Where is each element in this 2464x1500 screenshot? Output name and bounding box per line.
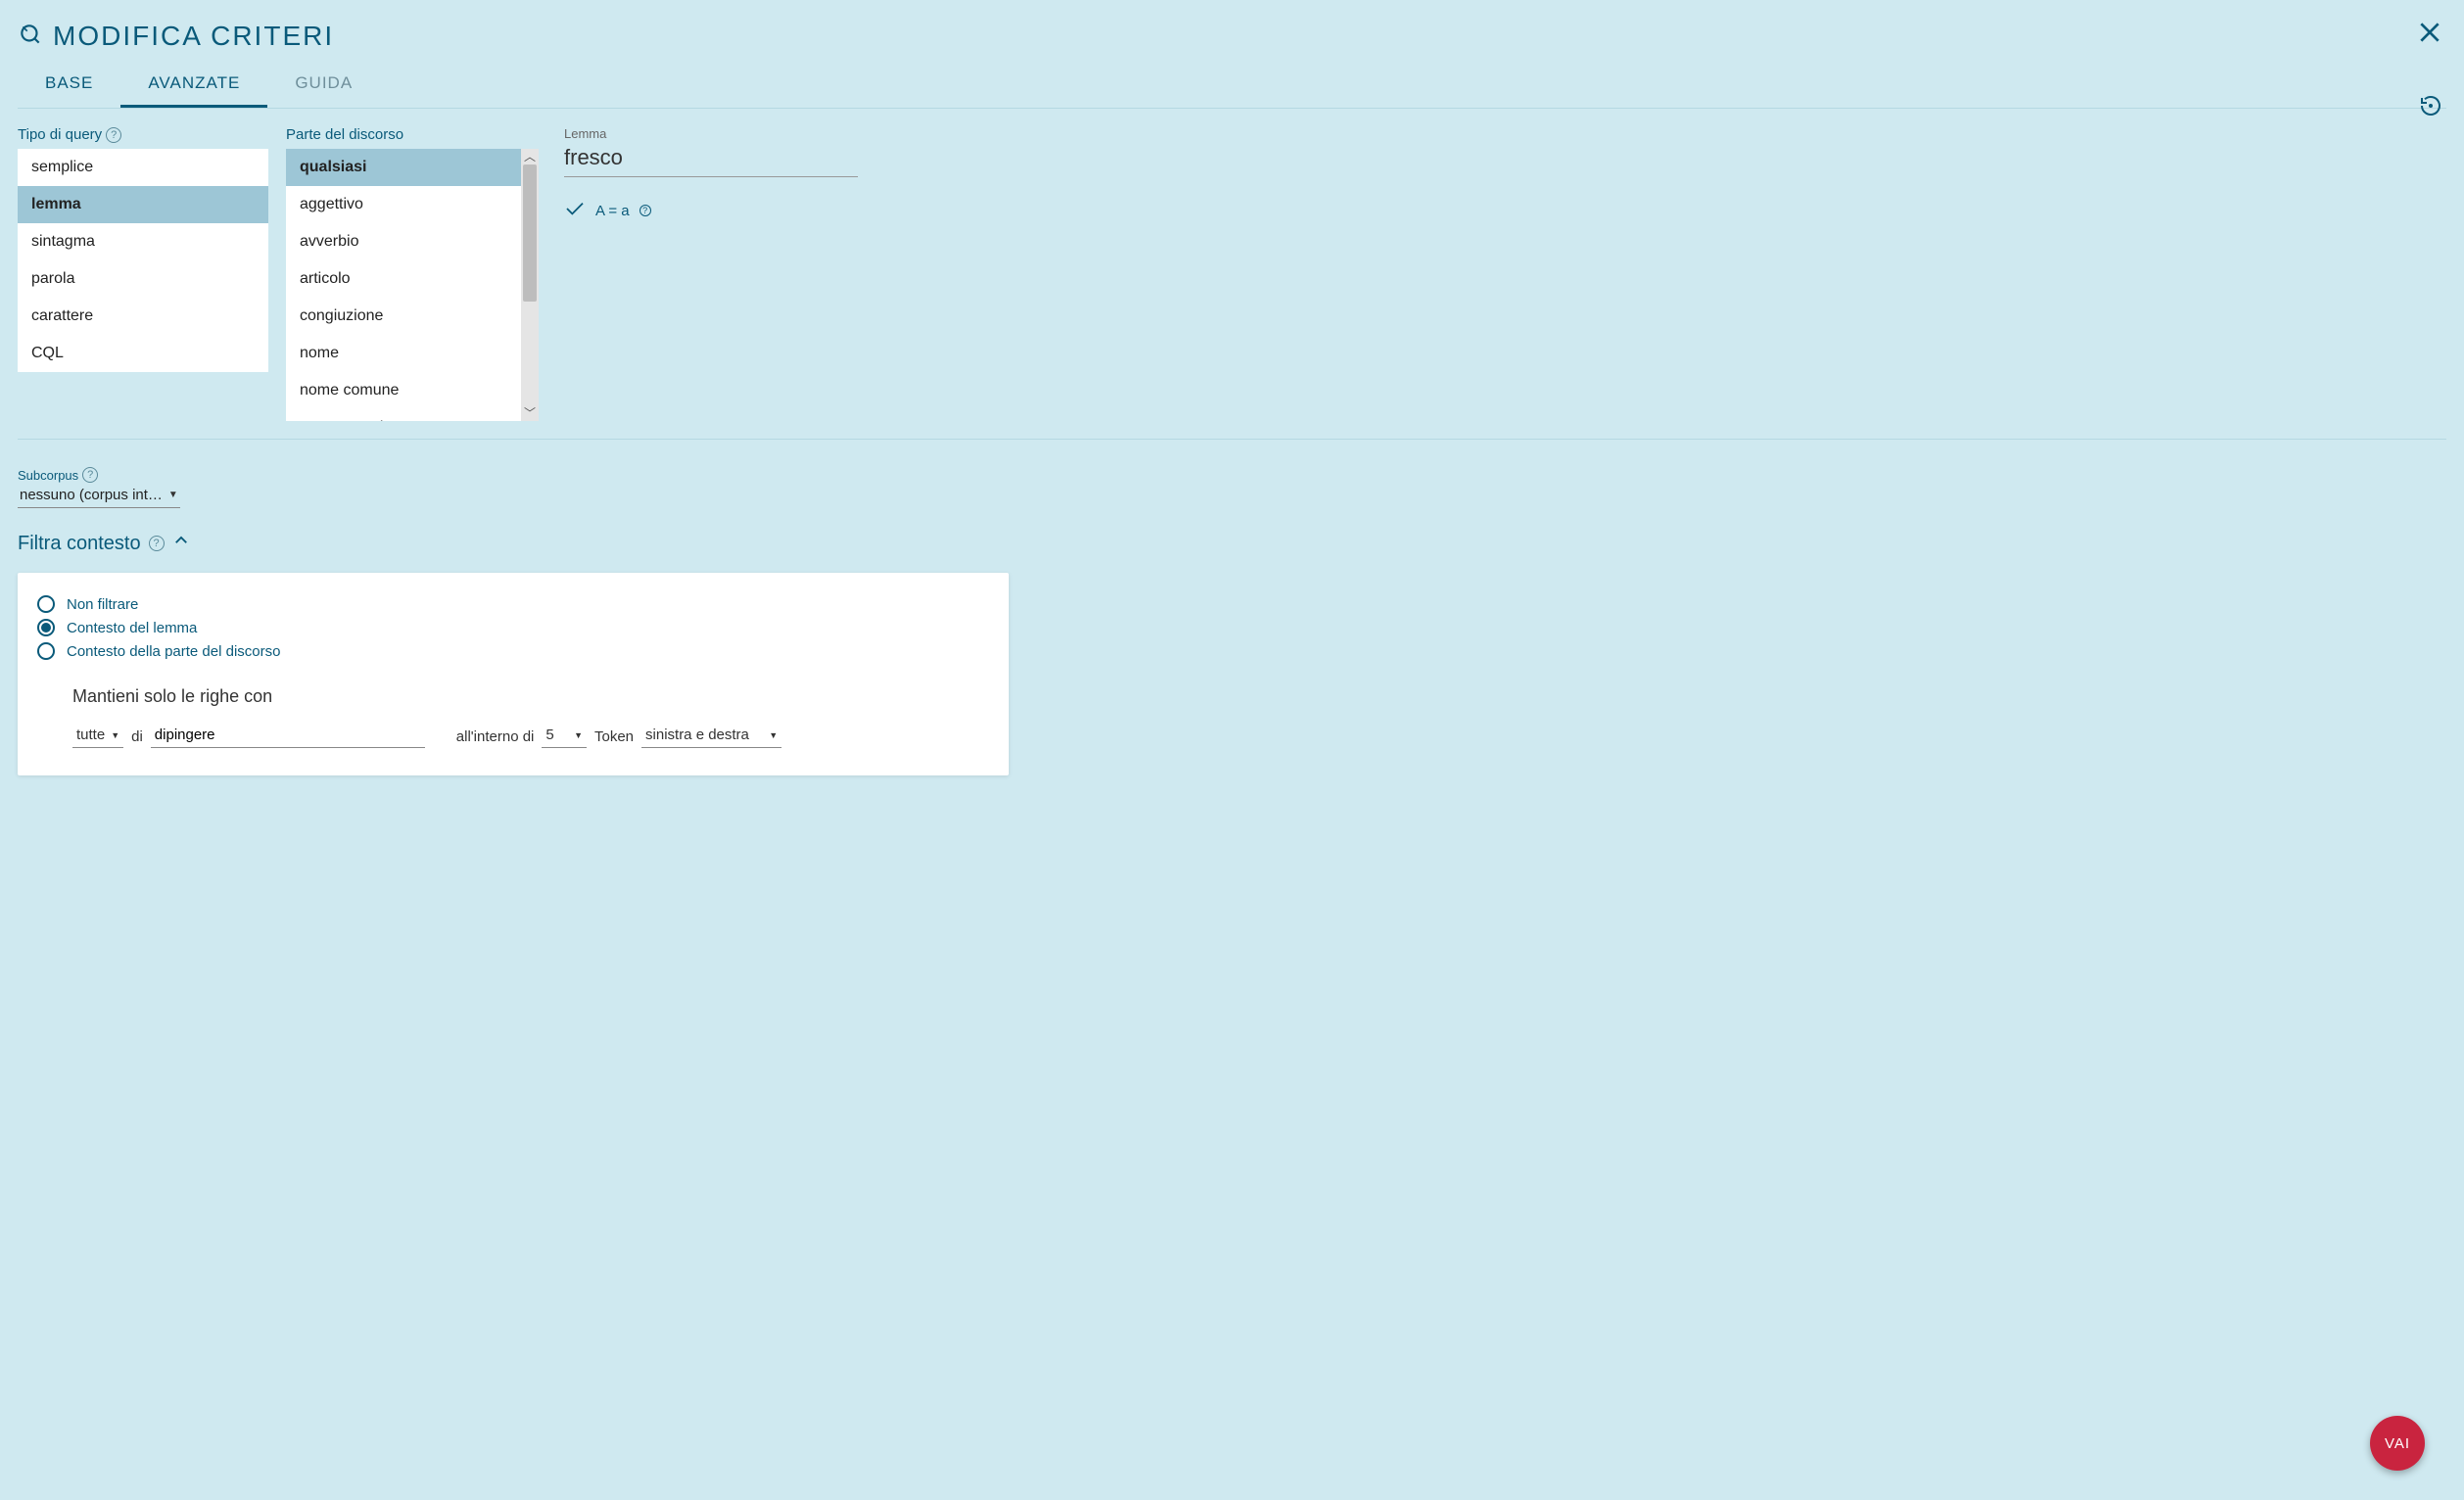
go-button[interactable]: VAI	[2370, 1416, 2425, 1471]
radio-icon	[37, 595, 55, 613]
tab-bar: BASE AVANZATE GUIDA	[18, 64, 2446, 109]
query-type-item[interactable]: lemma	[18, 186, 268, 223]
radio-icon	[37, 642, 55, 660]
lemma-field-label: Lemma	[564, 126, 2446, 141]
scroll-up-icon[interactable]: ︿	[524, 149, 536, 164]
tab-base[interactable]: BASE	[18, 64, 120, 108]
radio-no-filter[interactable]: Non filtrare	[37, 592, 989, 616]
radio-icon	[37, 619, 55, 636]
help-icon[interactable]: ?	[640, 205, 651, 216]
query-type-item[interactable]: carattere	[18, 298, 268, 335]
of-label: di	[131, 728, 143, 745]
pos-item[interactable]: qualsiasi	[286, 149, 521, 186]
pos-item[interactable]: nome	[286, 335, 521, 372]
tab-advanced[interactable]: AVANZATE	[120, 64, 267, 108]
dialog-header: MODIFICA CRITERI	[18, 12, 2446, 64]
restore-defaults-icon[interactable]	[2419, 94, 2442, 121]
keep-rows-label: Mantieni solo le righe con	[72, 686, 989, 707]
help-icon[interactable]: ?	[106, 127, 121, 143]
subcorpus-select[interactable]: nessuno (corpus int… ▼	[18, 485, 180, 508]
lemma-input[interactable]	[564, 141, 858, 177]
dialog-title: MODIFICA CRITERI	[53, 21, 334, 52]
match-case-toggle[interactable]: A = a ?	[564, 201, 2446, 220]
token-label: Token	[594, 728, 634, 745]
chevron-down-icon: ▼	[574, 730, 583, 740]
radio-pos-context[interactable]: Contesto della parte del discorso	[37, 639, 989, 663]
help-icon[interactable]: ?	[82, 467, 98, 483]
within-label: all'interno di	[456, 728, 535, 745]
pos-item[interactable]: avverbio	[286, 223, 521, 260]
query-type-listbox: semplice lemma sintagma parola carattere…	[18, 149, 268, 372]
query-type-item[interactable]: CQL	[18, 335, 268, 372]
query-type-item[interactable]: sintagma	[18, 223, 268, 260]
chevron-down-icon: ▼	[111, 730, 119, 740]
check-icon	[564, 201, 586, 220]
radio-lemma-context[interactable]: Contesto del lemma	[37, 616, 989, 639]
chevron-down-icon: ▼	[769, 730, 778, 740]
pos-item[interactable]: nome proprio	[286, 409, 521, 421]
tab-guide[interactable]: GUIDA	[267, 64, 380, 108]
pos-listbox: qualsiasi aggettivo avverbio articolo co…	[286, 149, 521, 421]
quantifier-select[interactable]: tutte ▼	[72, 725, 123, 748]
pos-label: Parte del discorso	[286, 126, 539, 143]
query-type-item[interactable]: semplice	[18, 149, 268, 186]
chevron-up-icon	[172, 532, 190, 555]
filter-context-panel: Non filtrare Contesto del lemma Contesto…	[18, 573, 1009, 775]
scroll-down-icon[interactable]: ﹀	[524, 405, 536, 421]
pos-item[interactable]: congiuzione	[286, 298, 521, 335]
pos-item[interactable]: nome comune	[286, 372, 521, 409]
subcorpus-label: Subcorpus ?	[18, 467, 2446, 483]
filter-context-header[interactable]: Filtra contesto ?	[18, 532, 2446, 555]
direction-select[interactable]: sinistra e destra ▼	[641, 725, 782, 748]
query-type-item[interactable]: parola	[18, 260, 268, 298]
search-icon	[18, 22, 43, 51]
scroll-thumb[interactable]	[523, 164, 537, 302]
window-select[interactable]: 5 ▼	[542, 725, 587, 748]
scrollbar[interactable]: ︿ ﹀	[521, 149, 539, 421]
context-lemma-input[interactable]	[151, 725, 425, 748]
help-icon[interactable]: ?	[149, 536, 165, 551]
chevron-down-icon: ▼	[168, 490, 178, 500]
pos-item[interactable]: aggettivo	[286, 186, 521, 223]
query-type-label: Tipo di query ?	[18, 126, 268, 143]
pos-item[interactable]: articolo	[286, 260, 521, 298]
close-icon[interactable]	[2413, 16, 2446, 56]
